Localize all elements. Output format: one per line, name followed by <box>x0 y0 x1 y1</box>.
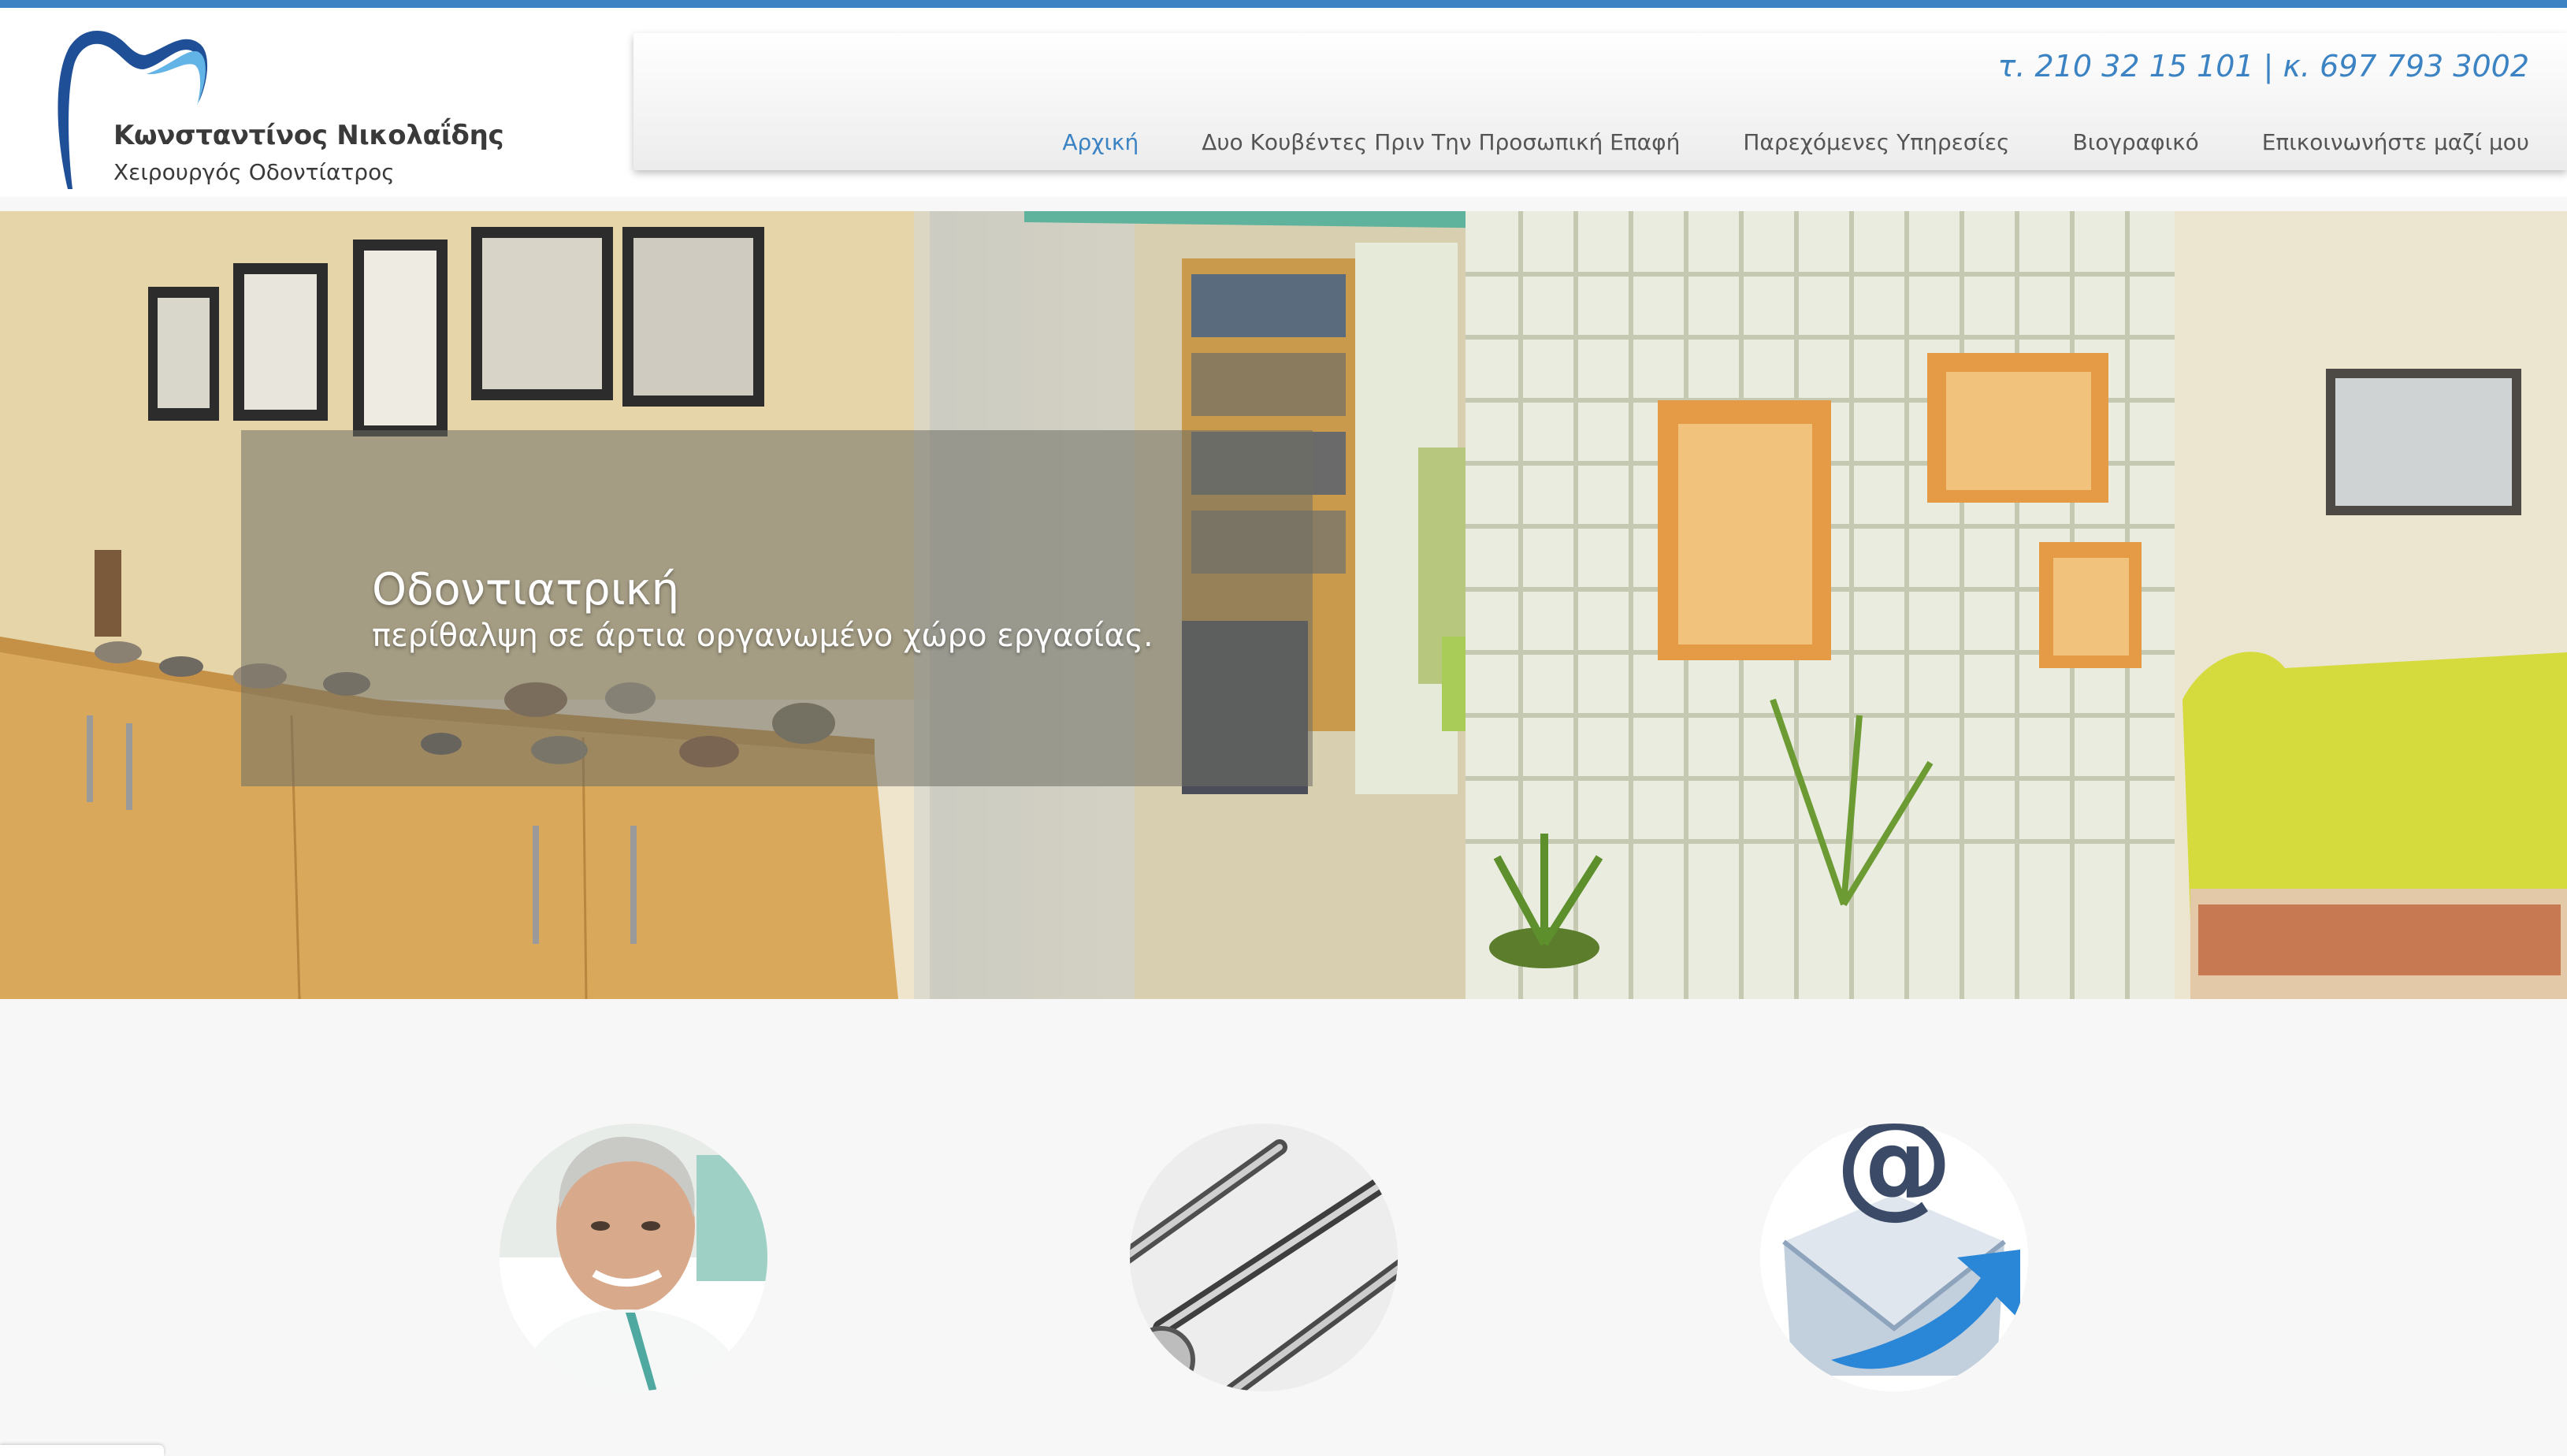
corner-widget-tab[interactable] <box>0 1445 164 1456</box>
site-header: Κωνσταντίνος Νικολαΐδης Χειρουργός Οδοντ… <box>0 8 2567 197</box>
nav-item-before-contact[interactable]: Δυο Κουβέντες Πριν Την Προσωπική Επαφή <box>1202 129 1680 155</box>
hero-caption: Οδοντιατρική περίθαλψη σε άρτια οργανωμέ… <box>241 430 1313 786</box>
logo-subtitle: Χειρουργός Οδοντίατρος <box>113 159 395 185</box>
doctor-portrait-image <box>500 1124 767 1391</box>
feature-dental-instruments[interactable] <box>1130 1124 1398 1391</box>
hero-title: Οδοντιατρική <box>372 564 680 615</box>
feature-doctor-portrait[interactable] <box>500 1124 767 1391</box>
nav-item-contact[interactable]: Επικοινωνήστε μαζί μου <box>2262 129 2529 155</box>
top-accent-bar <box>0 0 2567 8</box>
hero-subtitle: περίθαλψη σε άρτια οργανωμένο χώρο εργασ… <box>372 618 1153 654</box>
contact-phone: τ. 210 32 15 101 | κ. 697 793 3002 <box>1997 49 2529 84</box>
feature-email-contact[interactable]: @ <box>1760 1124 2028 1391</box>
navigation-panel: τ. 210 32 15 101 | κ. 697 793 3002 Αρχικ… <box>633 33 2567 170</box>
nav-item-services[interactable]: Παρεχόμενες Υπηρεσίες <box>1743 129 2009 155</box>
dental-instruments-image <box>1130 1124 1398 1391</box>
main-nav: Αρχική Δυο Κουβέντες Πριν Την Προσωπική … <box>1062 129 2529 155</box>
svg-text:@: @ <box>1835 1124 1953 1231</box>
hero-slider[interactable]: Οδοντιατρική περίθαλψη σε άρτια οργανωμέ… <box>0 211 2567 999</box>
nav-item-home[interactable]: Αρχική <box>1062 129 1139 155</box>
nav-item-biography[interactable]: Βιογραφικό <box>2073 129 2199 155</box>
site-logo[interactable]: Κωνσταντίνος Νικολαΐδης Χειρουργός Οδοντ… <box>52 24 504 197</box>
email-envelope-icon: @ <box>1760 1124 2028 1391</box>
logo-name: Κωνσταντίνος Νικολαΐδης <box>113 120 504 151</box>
